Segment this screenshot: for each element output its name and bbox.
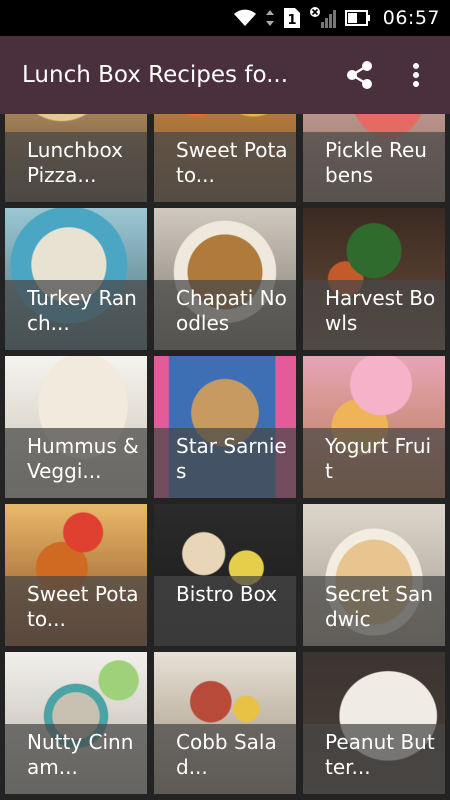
recipe-title: Turkey Ranch... xyxy=(27,286,137,335)
recipe-tile[interactable]: Chapati Noodles xyxy=(154,208,296,350)
recipe-caption: Bistro Box xyxy=(154,576,296,646)
recipe-title: Pickle Reubens xyxy=(325,138,427,187)
status-bar: 1 06:57 xyxy=(0,0,450,36)
recipe-title: Star Sarnies xyxy=(176,434,287,483)
recipe-caption: Sweet Potato... xyxy=(5,576,147,646)
recipe-title: Peanut Butter... xyxy=(325,730,435,779)
recipe-title: Hummus & Veggi... xyxy=(27,434,139,483)
recipe-caption: Sweet Potato... xyxy=(154,132,296,202)
status-time: 06:57 xyxy=(382,7,440,29)
recipe-title: Harvest Bowls xyxy=(325,286,436,335)
recipe-tile[interactable]: Star Sarnies xyxy=(154,356,296,498)
recipe-caption: Chapati Noodles xyxy=(154,280,296,350)
recipe-grid: Lunchbox Pizza... Sweet Potato... Pickle… xyxy=(0,114,450,800)
battery-icon xyxy=(344,9,371,27)
recipe-title: Nutty Cinnam... xyxy=(27,730,134,779)
recipe-title: Yogurt Fruit xyxy=(325,434,432,483)
recipe-tile[interactable]: Secret Sandwic xyxy=(303,504,445,646)
recipe-caption: Lunchbox Pizza... xyxy=(5,132,147,202)
recipe-caption: Cobb Salad... xyxy=(154,724,296,794)
recipe-caption: Harvest Bowls xyxy=(303,280,445,350)
recipe-tile[interactable]: Sweet Potato... xyxy=(5,504,147,646)
recipe-tile[interactable]: Harvest Bowls xyxy=(303,208,445,350)
sim-icon: 1 xyxy=(283,7,301,29)
wifi-icon xyxy=(233,9,257,27)
recipe-tile[interactable]: Lunchbox Pizza... xyxy=(5,114,147,202)
svg-text:1: 1 xyxy=(287,13,296,28)
app-bar: Lunch Box Recipes fo... xyxy=(0,36,450,114)
recipe-title: Bistro Box xyxy=(176,582,278,606)
recipe-title: Cobb Salad... xyxy=(176,730,277,779)
recipe-tile[interactable]: Pickle Reubens xyxy=(303,114,445,202)
recipe-caption: Turkey Ranch... xyxy=(5,280,147,350)
recipe-tile[interactable]: Hummus & Veggi... xyxy=(5,356,147,498)
recipe-caption: Peanut Butter... xyxy=(303,724,445,794)
recipe-tile[interactable]: Peanut Butter... xyxy=(303,652,445,794)
recipe-title: Sweet Potato... xyxy=(27,582,139,631)
recipe-caption: Star Sarnies xyxy=(154,428,296,498)
recipe-tile[interactable]: Yogurt Fruit xyxy=(303,356,445,498)
app-title: Lunch Box Recipes fo... xyxy=(22,62,289,88)
recipe-caption: Yogurt Fruit xyxy=(303,428,445,498)
recipe-tile[interactable]: Cobb Salad... xyxy=(154,652,296,794)
recipe-title: Sweet Potato... xyxy=(176,138,288,187)
data-arrows-icon xyxy=(265,9,275,27)
recipe-tile[interactable]: Sweet Potato... xyxy=(154,114,296,202)
recipe-caption: Secret Sandwic xyxy=(303,576,445,646)
recipe-caption: Pickle Reubens xyxy=(303,132,445,202)
share-button[interactable] xyxy=(338,53,382,97)
recipe-tile[interactable]: Turkey Ranch... xyxy=(5,208,147,350)
recipe-tile[interactable]: Nutty Cinnam... xyxy=(5,652,147,794)
overflow-menu-icon xyxy=(413,63,419,87)
overflow-menu-button[interactable] xyxy=(394,53,438,97)
recipe-title: Lunchbox Pizza... xyxy=(27,138,123,187)
signal-icon xyxy=(309,6,337,30)
recipe-caption: Hummus & Veggi... xyxy=(5,428,147,498)
recipe-caption: Nutty Cinnam... xyxy=(5,724,147,794)
share-icon xyxy=(347,61,372,89)
recipe-tile[interactable]: Bistro Box xyxy=(154,504,296,646)
recipe-title: Secret Sandwic xyxy=(325,582,433,631)
recipe-title: Chapati Noodles xyxy=(176,286,287,335)
